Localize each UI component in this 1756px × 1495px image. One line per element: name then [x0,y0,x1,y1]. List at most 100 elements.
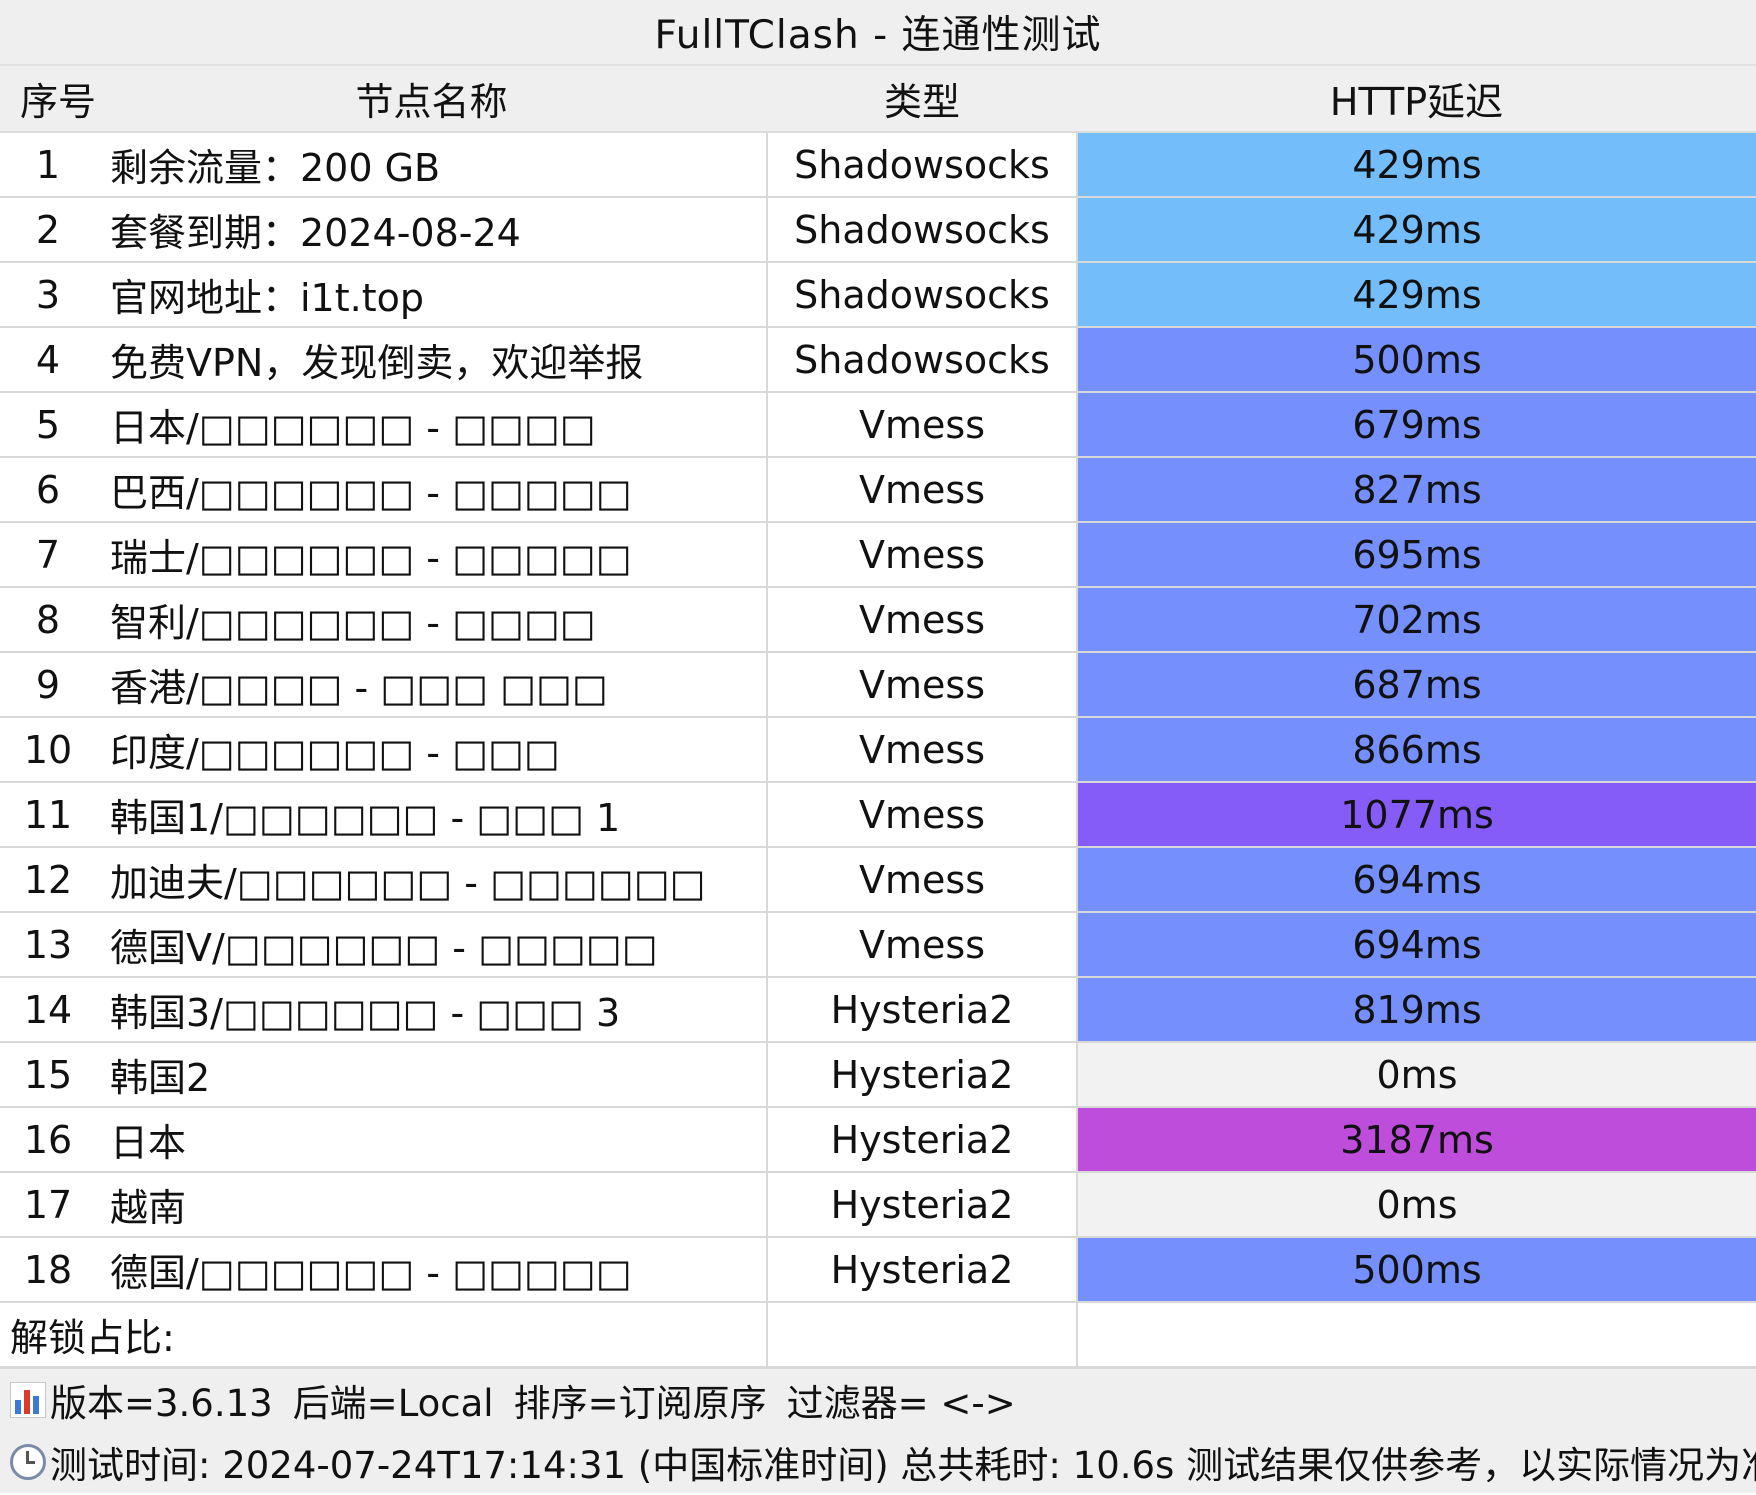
row-latency: 500ms [1077,1237,1756,1303]
footer-filter: 过滤器= <-> [786,1382,1016,1425]
row-type: Hysteria2 [767,977,1078,1043]
row-index: 16 [0,1107,96,1173]
row-index: 8 [0,587,96,653]
table-row: 2 套餐到期：2024-08-24 Shadowsocks 429ms [0,197,1756,263]
unlock-ratio-type-cell [767,1302,1078,1368]
unlock-ratio-row: 解锁占比: [0,1302,1756,1368]
row-index: 2 [0,197,96,263]
row-latency: 694ms [1077,847,1756,913]
row-type: Vmess [767,717,1078,783]
row-latency: 3187ms [1077,1107,1756,1173]
row-index: 10 [0,717,96,783]
table-row: 17 越南 Hysteria2 0ms [0,1172,1756,1238]
table-header: 序号 节点名称 类型 HTTP延迟 [0,66,1756,133]
row-latency: 702ms [1077,587,1756,653]
row-index: 14 [0,977,96,1043]
row-node-name: 德国/□□□□□□ - □□□□□ [96,1237,768,1303]
row-node-name: 韩国1/□□□□□□ - □□□ 1 [96,782,768,848]
row-node-name: 免费VPN，发现倒卖，欢迎举报 [96,327,768,393]
table-row: 5 日本/□□□□□□ - □□□□ Vmess 679ms [0,392,1756,458]
footer-version: 版本=3.6.13 [50,1382,273,1425]
footer-test-info: 测试时间: 2024-07-24T17:14:31 (中国标准时间) 总共耗时:… [0,1431,1756,1493]
row-latency: 500ms [1077,327,1756,393]
row-node-name: 加迪夫/□□□□□□ - □□□□□□ [96,847,768,913]
row-type: Vmess [767,847,1078,913]
column-header-type: 类型 [767,66,1077,133]
table-row: 1 剩余流量：200 GB Shadowsocks 429ms [0,132,1756,198]
footer-summary: 版本=3.6.13 后端=Local 排序=订阅原序 过滤器= <-> [0,1369,1756,1431]
unlock-ratio-value-cell [1077,1302,1756,1368]
row-latency: 694ms [1077,912,1756,978]
footer-sort: 排序=订阅原序 [513,1382,767,1425]
row-index: 12 [0,847,96,913]
row-node-name: 套餐到期：2024-08-24 [96,197,768,263]
row-latency: 1077ms [1077,782,1756,848]
row-latency: 866ms [1077,717,1756,783]
row-type: Vmess [767,782,1078,848]
row-latency: 429ms [1077,132,1756,198]
table-row: 6 巴西/□□□□□□ - □□□□□ Vmess 827ms [0,457,1756,523]
row-latency: 827ms [1077,457,1756,523]
row-type: Hysteria2 [767,1172,1078,1238]
row-node-name: 智利/□□□□□□ - □□□□ [96,587,768,653]
row-index: 1 [0,132,96,198]
row-node-name: 韩国2 [96,1042,768,1108]
row-type: Shadowsocks [767,327,1078,393]
row-type: Shadowsocks [767,262,1078,328]
row-latency: 429ms [1077,262,1756,328]
results-table: 序号 节点名称 类型 HTTP延迟 1 剩余流量：200 GB Shadowsock… [0,66,1756,1368]
table-row: 9 香港/□□□□ - □□□ □□□ Vmess 687ms [0,652,1756,718]
row-type: Shadowsocks [767,197,1078,263]
row-node-name: 德国V/□□□□□□ - □□□□□ [96,912,768,978]
table-row: 18 德国/□□□□□□ - □□□□□ Hysteria2 500ms [0,1237,1756,1303]
unlock-ratio-label: 解锁占比: [0,1302,768,1368]
row-type: Shadowsocks [767,132,1078,198]
table-row: 11 韩国1/□□□□□□ - □□□ 1 Vmess 1077ms [0,782,1756,848]
table-row: 7 瑞士/□□□□□□ - □□□□□ Vmess 695ms [0,522,1756,588]
row-latency: 0ms [1077,1042,1756,1108]
table-row: 10 印度/□□□□□□ - □□□ Vmess 866ms [0,717,1756,783]
row-index: 11 [0,782,96,848]
row-index: 3 [0,262,96,328]
footer-backend: 后端=Local [292,1382,494,1425]
row-type: Hysteria2 [767,1042,1078,1108]
table-row: 8 智利/□□□□□□ - □□□□ Vmess 702ms [0,587,1756,653]
table-row: 13 德国V/□□□□□□ - □□□□□ Vmess 694ms [0,912,1756,978]
row-node-name: 日本/□□□□□□ - □□□□ [96,392,768,458]
row-node-name: 印度/□□□□□□ - □□□ [96,717,768,783]
row-index: 13 [0,912,96,978]
table-row: 14 韩国3/□□□□□□ - □□□ 3 Hysteria2 819ms [0,977,1756,1043]
row-node-name: 日本 [96,1107,768,1173]
row-type: Vmess [767,457,1078,523]
column-header-latency: HTTP延迟 [1077,66,1756,133]
row-type: Vmess [767,522,1078,588]
footer-test-info-text: 测试时间: 2024-07-24T17:14:31 (中国标准时间) 总共耗时:… [50,1444,1756,1487]
row-latency: 687ms [1077,652,1756,718]
row-type: Vmess [767,392,1078,458]
row-index: 17 [0,1172,96,1238]
clock-icon [10,1444,46,1480]
row-node-name: 巴西/□□□□□□ - □□□□□ [96,457,768,523]
row-node-name: 瑞士/□□□□□□ - □□□□□ [96,522,768,588]
row-index: 5 [0,392,96,458]
table-row: 4 免费VPN，发现倒卖，欢迎举报 Shadowsocks 500ms [0,327,1756,393]
row-index: 6 [0,457,96,523]
row-node-name: 官网地址：i1t.top [96,262,768,328]
row-type: Vmess [767,587,1078,653]
footer: 版本=3.6.13 后端=Local 排序=订阅原序 过滤器= <-> 测试时间… [0,1368,1756,1493]
row-node-name: 剩余流量：200 GB [96,132,768,198]
row-latency: 429ms [1077,197,1756,263]
column-header-name: 节点名称 [96,66,767,133]
bar-chart-icon [10,1382,46,1418]
row-type: Vmess [767,912,1078,978]
row-latency: 695ms [1077,522,1756,588]
window-title: FullTClash - 连通性测试 [0,0,1756,66]
row-node-name: 香港/□□□□ - □□□ □□□ [96,652,768,718]
table-row: 3 官网地址：i1t.top Shadowsocks 429ms [0,262,1756,328]
row-type: Hysteria2 [767,1237,1078,1303]
row-index: 15 [0,1042,96,1108]
row-latency: 819ms [1077,977,1756,1043]
row-index: 18 [0,1237,96,1303]
row-latency: 679ms [1077,392,1756,458]
row-latency: 0ms [1077,1172,1756,1238]
